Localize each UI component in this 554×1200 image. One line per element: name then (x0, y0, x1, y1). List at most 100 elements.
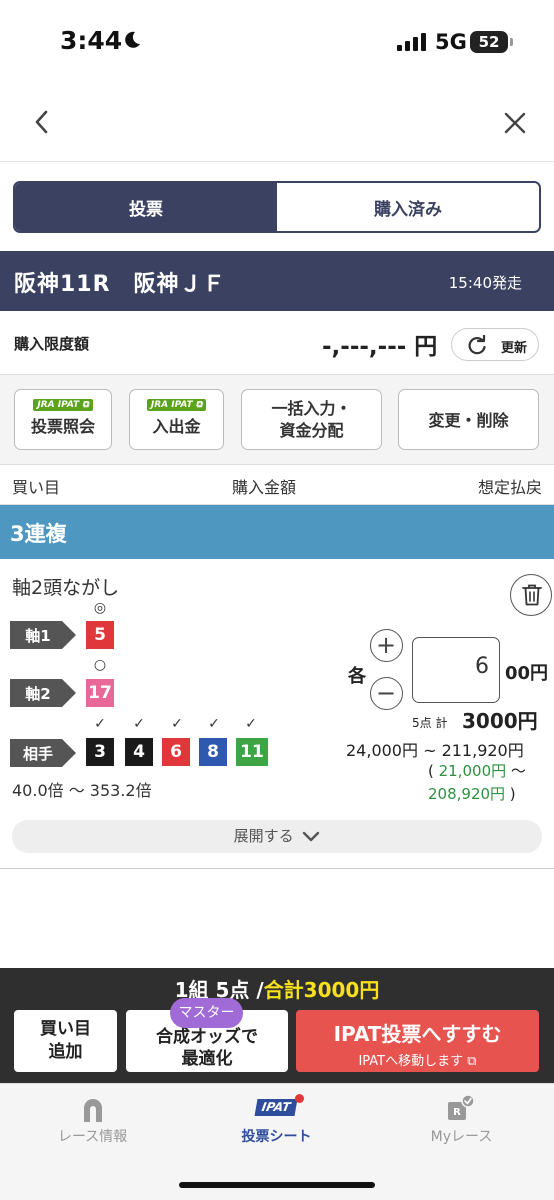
action-button-row: JRA IPAT ⧉ 投票照会 JRA IPAT ⧉ 入出金 一括入力・ 資金分… (0, 375, 554, 465)
jra-ipat-badge: JRA IPAT ⧉ (146, 399, 207, 411)
purchase-limit-value: -,---,--- 円 (322, 334, 438, 360)
nav-race-info[interactable]: レース情報 (0, 1084, 185, 1154)
external-link-icon: ⧉ (467, 1054, 477, 1069)
partner-check-mark: ✓ (208, 716, 220, 732)
battery-icon: 52 (470, 31, 508, 53)
refresh-button[interactable]: 更新 (451, 328, 539, 361)
network-label: 5G (435, 30, 467, 54)
column-payout: 想定払戻 (477, 478, 542, 497)
chevron-down-icon (303, 831, 320, 841)
bet-card: 軸2頭ながし ◎ 軸1 5 ○ 軸2 17 ✓ ✓ ✓ ✓ ✓ 相手 3 4 6… (0, 559, 554, 869)
horse-number: 3 (86, 738, 114, 766)
bulk-input-label: 一括入力・ 資金分配 (242, 398, 381, 442)
each-label: 各 (348, 666, 366, 687)
net-payout-line1: ( 21,000円 〜 (428, 760, 526, 781)
delete-bet-button[interactable] (510, 574, 552, 616)
refresh-icon (468, 335, 486, 355)
nav-my-race[interactable]: R Myレース (369, 1084, 554, 1154)
vote-inquiry-label: 投票照会 (30, 417, 95, 436)
deposit-withdraw-label: 入出金 (152, 417, 201, 436)
bulk-input-button[interactable]: 一括入力・ 資金分配 (241, 389, 382, 450)
chevron-left-icon[interactable] (30, 109, 54, 135)
axis1-mark: ◎ (93, 600, 107, 616)
horse-number: 5 (86, 621, 114, 649)
race-title: 阪神11R 阪神ＪＦ (14, 272, 226, 297)
partner-check-mark: ✓ (133, 716, 145, 732)
tab-purchased[interactable]: 購入済み (277, 183, 539, 231)
jra-ipat-badge: JRA IPAT ⧉ (33, 399, 93, 411)
edit-delete-button[interactable]: 変更・削除 (398, 389, 539, 450)
jra-ipat-badge-text: JRA IPAT (37, 400, 80, 410)
horse-number: 8 (199, 738, 227, 766)
horseshoe-icon (84, 1099, 102, 1122)
race-start-time: 15:40発走 (448, 274, 522, 292)
tab-vote[interactable]: 投票 (15, 183, 277, 231)
add-selection-button[interactable]: 買い目 追加 (14, 1010, 117, 1072)
trash-icon (522, 584, 542, 606)
partner-check-mark: ✓ (245, 716, 257, 732)
bulk-input-line1: 一括入力・ (271, 399, 352, 418)
master-badge: マスター (170, 998, 243, 1028)
status-bar: 3:44 5G 52 (0, 0, 554, 80)
net-payout-high: 208,920円 (428, 785, 506, 803)
plus-icon: + (375, 631, 397, 659)
edit-delete-label: 変更・削除 (428, 411, 509, 430)
partner-tag: 相手 (10, 739, 76, 767)
paren-close: ) (505, 785, 516, 803)
amount-unit: 00円 (505, 663, 549, 684)
proceed-ipat-label: IPAT投票へすすむ (333, 1022, 502, 1046)
net-payout-low: 21,000円 (438, 762, 507, 780)
refresh-label: 更新 (501, 341, 528, 356)
bet-type-bar: 3連複 (0, 505, 554, 559)
amount-value: 6 (475, 654, 489, 679)
home-indicator (179, 1182, 375, 1188)
nav-vote-sheet-label: 投票シート (241, 1129, 312, 1145)
proceed-ipat-sub: IPATへ移動します ⧉ (296, 1050, 539, 1069)
nav-bar (0, 80, 554, 162)
purchase-limit-row: 購入限度額 -,---,--- 円 更新 (0, 311, 554, 375)
proceed-ipat-button[interactable]: IPAT投票へすすむ IPATへ移動します ⧉ (296, 1010, 539, 1072)
partner-check-mark: ✓ (94, 716, 106, 732)
axis1-label: 軸1 (25, 627, 51, 645)
points-label: 5点 計 (412, 716, 448, 730)
jra-ipat-badge-text: JRA IPAT (150, 400, 193, 410)
vote-inquiry-button[interactable]: JRA IPAT ⧉ 投票照会 (14, 389, 112, 450)
axis1-tag: 軸1 (10, 621, 76, 649)
svg-text:R: R (453, 1107, 461, 1118)
amount-input[interactable]: 6 (412, 637, 500, 703)
expected-payout: 24,000円 ~ 211,920円 (346, 741, 524, 760)
nav-race-info-label: レース情報 (57, 1129, 128, 1145)
status-time: 3:44 (60, 26, 123, 55)
summary-bar: 1組 5点 /合計3000円 買い目 追加 合成オッズで 最適化 IPAT投票へ… (0, 968, 554, 1083)
tab-bar: 投票 購入済み (13, 181, 541, 233)
axis2-label: 軸2 (25, 685, 51, 703)
my-race-icon: R (448, 1094, 475, 1120)
optimize-line2: 最適化 (181, 1049, 233, 1069)
horse-number: 4 (125, 738, 153, 766)
column-amount: 購入金額 (232, 478, 297, 497)
notification-dot (295, 1094, 304, 1103)
column-selection: 買い目 (12, 478, 61, 497)
minus-icon: − (375, 679, 397, 707)
axis2-tag: 軸2 (10, 679, 76, 707)
paren-open: ( (428, 762, 439, 780)
deposit-withdraw-button[interactable]: JRA IPAT ⧉ 入出金 (129, 389, 224, 450)
battery-cap (510, 38, 513, 46)
race-header: 阪神11R 阪神ＪＦ 15:40発走 (0, 251, 554, 311)
close-icon[interactable] (502, 110, 528, 136)
expand-button[interactable]: 展開する (12, 820, 542, 853)
optimize-line1: 合成オッズで (156, 1027, 258, 1047)
summary-total: 合計3000円 (263, 978, 380, 1002)
axis2-mark: ○ (93, 657, 107, 673)
ipat-icon-text: IPAT (260, 1100, 292, 1114)
increase-button[interactable]: + (370, 629, 403, 662)
decrease-button[interactable]: − (370, 677, 403, 710)
bet-type-label: 3連複 (10, 522, 67, 546)
nav-my-race-label: Myレース (430, 1129, 493, 1145)
add-selection-line2: 追加 (48, 1042, 83, 1062)
nav-vote-sheet[interactable]: IPAT 投票シート (184, 1084, 369, 1154)
moon-icon (125, 31, 140, 48)
odds-range: 40.0倍 〜 353.2倍 (12, 781, 152, 800)
tilde: 〜 (506, 762, 526, 780)
horse-number: 6 (162, 738, 190, 766)
